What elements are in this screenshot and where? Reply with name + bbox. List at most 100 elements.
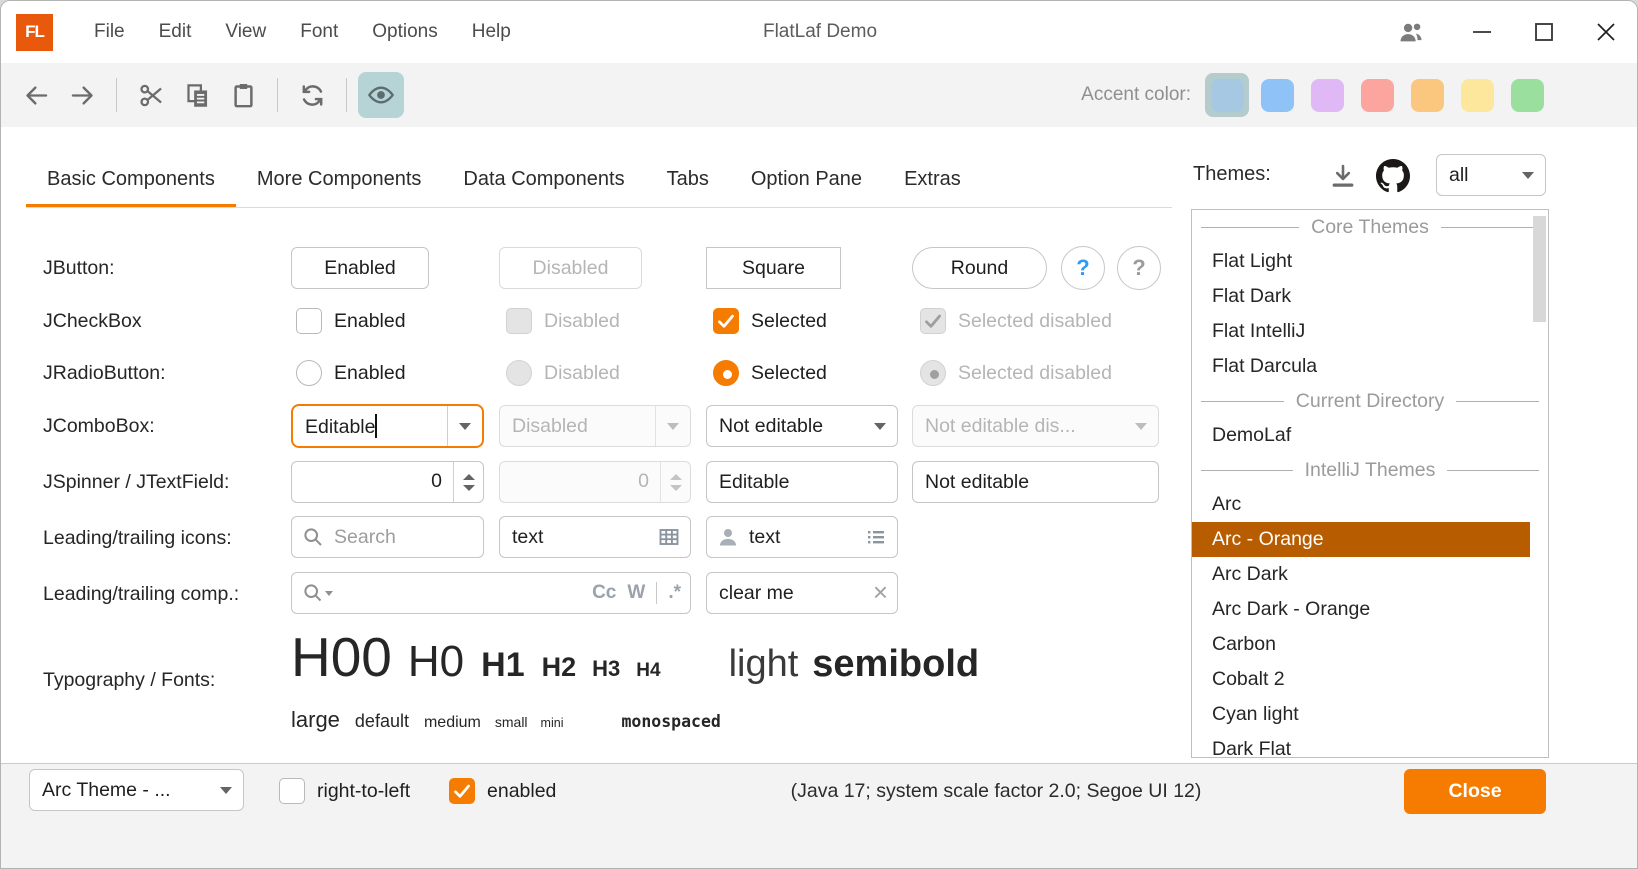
- theme-item[interactable]: Arc Dark: [1192, 557, 1530, 592]
- menu-font[interactable]: Font: [283, 1, 355, 63]
- jbutton-round[interactable]: Round: [912, 247, 1047, 289]
- menu-file[interactable]: File: [77, 1, 142, 63]
- accent-swatch-green[interactable]: [1505, 73, 1549, 117]
- person-icon: [716, 525, 740, 549]
- accent-swatch-yellow[interactable]: [1455, 73, 1499, 117]
- tab-tabs[interactable]: Tabs: [646, 151, 730, 208]
- help-button-gray[interactable]: ?: [1117, 246, 1161, 290]
- spinner-buttons[interactable]: [453, 462, 483, 502]
- theme-item[interactable]: Flat Dark: [1192, 279, 1530, 314]
- github-button[interactable]: [1375, 158, 1411, 194]
- spinner-enabled[interactable]: 0: [291, 461, 484, 503]
- checkbox-enabled-label[interactable]: Enabled: [334, 310, 406, 333]
- themes-scrollbar-thumb[interactable]: [1533, 216, 1546, 322]
- theme-item[interactable]: Cyan light: [1192, 697, 1530, 732]
- accent-swatch-purple[interactable]: [1305, 73, 1349, 117]
- theme-item[interactable]: Arc Dark - Orange: [1192, 592, 1530, 627]
- typography-row-label: Typography / Fonts:: [43, 669, 215, 692]
- match-case-button[interactable]: Cc: [592, 582, 616, 604]
- window-title: FlatLaf Demo: [520, 21, 1120, 43]
- spinner-up-icon: [463, 474, 475, 480]
- theme-item-selected[interactable]: Arc - Orange: [1192, 522, 1530, 557]
- minimize-button[interactable]: [1451, 1, 1513, 63]
- menu-options[interactable]: Options: [355, 1, 454, 63]
- accent-swatch-red[interactable]: [1355, 73, 1399, 117]
- combo-arrow-zone: [1511, 155, 1545, 195]
- tab-data-components[interactable]: Data Components: [442, 151, 645, 208]
- jspinner-row-label: JSpinner / JTextField:: [43, 471, 229, 494]
- search-icon[interactable]: [301, 581, 325, 605]
- maximize-button[interactable]: [1513, 1, 1575, 63]
- clear-icon[interactable]: ×: [873, 577, 888, 607]
- checkbox-selected-label[interactable]: Selected: [751, 310, 827, 333]
- refresh-button[interactable]: [289, 72, 335, 118]
- enabled-checkbox-label[interactable]: enabled: [487, 780, 556, 803]
- theme-item[interactable]: Carbon: [1192, 627, 1530, 662]
- combobox-editable-value[interactable]: Editable: [293, 414, 447, 439]
- jbutton-enabled[interactable]: Enabled: [291, 247, 429, 289]
- combobox-editable[interactable]: Editable: [291, 404, 484, 448]
- back-button[interactable]: [13, 72, 59, 118]
- themes-filter-combobox[interactable]: all: [1436, 154, 1546, 196]
- checkbox-selected[interactable]: [713, 308, 739, 334]
- theme-item[interactable]: Flat Darcula: [1192, 349, 1530, 384]
- theme-item[interactable]: Flat IntelliJ: [1192, 314, 1530, 349]
- tab-option-pane[interactable]: Option Pane: [730, 151, 883, 208]
- download-themes-button[interactable]: [1327, 160, 1359, 192]
- menu-view[interactable]: View: [208, 1, 283, 63]
- radio-selected-label[interactable]: Selected: [751, 362, 827, 385]
- textfield-editable[interactable]: [706, 461, 898, 503]
- regex-button[interactable]: .*: [668, 582, 681, 604]
- rtl-checkbox[interactable]: [279, 778, 305, 804]
- tab-basic-components[interactable]: Basic Components: [26, 151, 236, 208]
- show-hidden-toggle-button[interactable]: [358, 72, 404, 118]
- users-button[interactable]: [1383, 1, 1439, 63]
- forward-button[interactable]: [59, 72, 105, 118]
- menu-edit[interactable]: Edit: [142, 1, 209, 63]
- copy-button[interactable]: [174, 72, 220, 118]
- leading-trailing-comp-row-label: Leading/trailing comp.:: [43, 583, 239, 606]
- accent-swatch-color: [1411, 79, 1444, 112]
- table-icon[interactable]: [657, 525, 681, 549]
- check-icon: [923, 312, 943, 330]
- tabs-underline: [26, 207, 1172, 208]
- jcheckbox-row-label: JCheckBox: [43, 310, 142, 333]
- theme-item[interactable]: Dark Flat: [1192, 732, 1530, 758]
- combobox-not-editable[interactable]: Not editable: [706, 405, 898, 447]
- text-field-table-wrap: [499, 516, 691, 558]
- whole-word-button[interactable]: W: [627, 582, 645, 604]
- theme-item[interactable]: Flat Light: [1192, 244, 1530, 279]
- chevron-down-icon: [459, 423, 471, 430]
- light-weight-sample: light: [729, 643, 799, 686]
- theme-item[interactable]: Cobalt 2: [1192, 662, 1530, 697]
- paste-button[interactable]: [220, 72, 266, 118]
- radio-disabled: [506, 360, 532, 386]
- tab-extras[interactable]: Extras: [883, 151, 982, 208]
- option-divider: [656, 582, 657, 604]
- tab-more-components[interactable]: More Components: [236, 151, 443, 208]
- accent-swatch-default[interactable]: [1205, 73, 1249, 117]
- jbutton-square[interactable]: Square: [706, 247, 841, 289]
- clearable-input[interactable]: [706, 572, 898, 614]
- menu-help[interactable]: Help: [455, 1, 528, 63]
- large-sample: large: [291, 707, 340, 733]
- theme-quick-combobox[interactable]: Arc Theme - ...: [29, 769, 244, 811]
- spinner-value[interactable]: 0: [292, 462, 453, 502]
- accent-swatch-orange[interactable]: [1405, 73, 1449, 117]
- enabled-checkbox[interactable]: [449, 778, 475, 804]
- textfield-not-editable[interactable]: [912, 461, 1159, 503]
- rtl-checkbox-label[interactable]: right-to-left: [317, 780, 410, 803]
- close-button[interactable]: Close: [1404, 769, 1546, 814]
- cut-button[interactable]: [128, 72, 174, 118]
- theme-item[interactable]: DemoLaf: [1192, 418, 1530, 453]
- close-window-button[interactable]: [1575, 1, 1637, 63]
- accent-swatch-blue[interactable]: [1255, 73, 1299, 117]
- help-button-blue[interactable]: ?: [1061, 246, 1105, 290]
- radio-enabled-label[interactable]: Enabled: [334, 362, 406, 385]
- radio-enabled[interactable]: [296, 360, 322, 386]
- list-icon[interactable]: [864, 525, 888, 549]
- checkbox-enabled[interactable]: [296, 308, 322, 334]
- theme-item[interactable]: Arc: [1192, 487, 1530, 522]
- mini-sample: mini: [541, 716, 564, 730]
- radio-selected[interactable]: [713, 360, 739, 386]
